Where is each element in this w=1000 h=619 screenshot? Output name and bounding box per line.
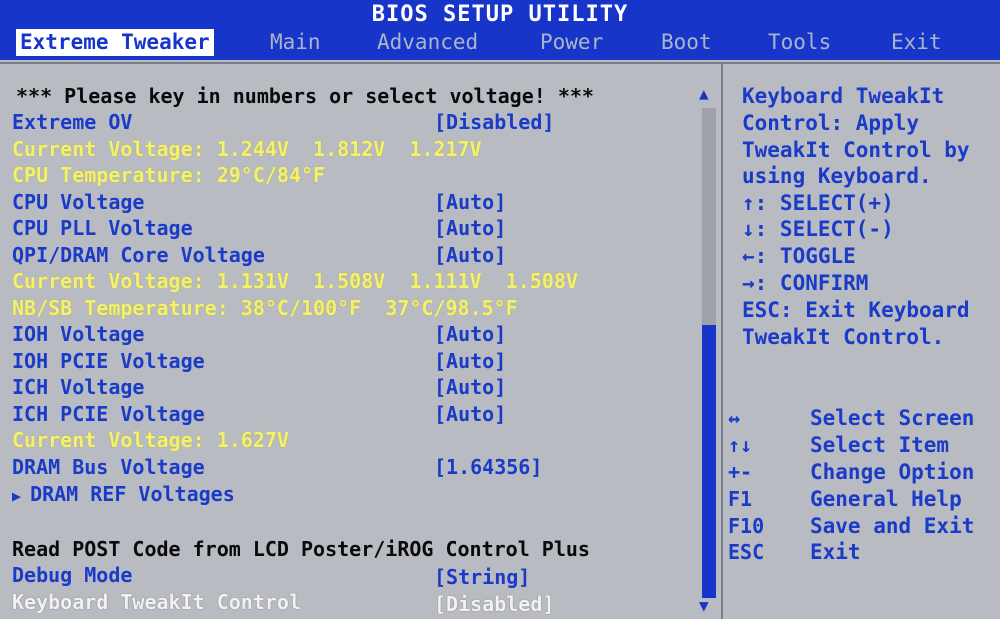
cpu-pll-voltage-value[interactable]: [Auto]	[434, 215, 506, 242]
tab-tools[interactable]: Tools	[768, 29, 831, 56]
header-divider	[0, 62, 1000, 64]
cpu-voltage-label[interactable]: CPU Voltage	[12, 189, 144, 216]
ich-voltage-value[interactable]: [Auto]	[434, 374, 506, 401]
dram-bus-voltage-label[interactable]: DRAM Bus Voltage	[12, 454, 205, 481]
key-save-exit: F10	[728, 514, 765, 538]
key-change-option-desc: Change Option	[810, 460, 975, 484]
read-post-code-heading: Read POST Code from LCD Poster/iROG Cont…	[12, 537, 590, 561]
notice-text: *** Please key in numbers or select volt…	[16, 84, 594, 108]
tab-advanced[interactable]: Advanced	[377, 29, 478, 56]
help-line-7: ←: TOGGLE	[742, 244, 856, 268]
header-bar: BIOS SETUP UTILITY Extreme Tweaker Main …	[0, 0, 1000, 60]
help-line-5: ↑: SELECT(+)	[742, 191, 894, 215]
key-exit-desc: Exit	[810, 540, 861, 564]
ioh-pcie-voltage-label[interactable]: IOH PCIE Voltage	[12, 348, 205, 375]
keyboard-tweakit-label[interactable]: Keyboard TweakIt Control	[12, 589, 301, 616]
help-line-9: ESC: Exit Keyboard	[742, 298, 970, 322]
current-voltage-readout-2: Current Voltage: 1.131V 1.508V 1.111V 1.…	[12, 269, 578, 293]
debug-mode-label[interactable]: Debug Mode	[12, 562, 132, 589]
ioh-pcie-voltage-value[interactable]: [Auto]	[434, 348, 506, 375]
ich-voltage-label[interactable]: ICH Voltage	[12, 374, 144, 401]
extreme-ov-label[interactable]: Extreme OV	[12, 109, 132, 136]
ich-pcie-voltage-label[interactable]: ICH PCIE Voltage	[12, 401, 205, 428]
tab-main[interactable]: Main	[270, 29, 321, 56]
help-line-8: →: CONFIRM	[742, 271, 869, 295]
ioh-voltage-label[interactable]: IOH Voltage	[12, 321, 144, 348]
key-select-item-desc: Select Item	[810, 433, 950, 457]
dram-bus-voltage-value[interactable]: [1.64356]	[434, 454, 542, 481]
current-voltage-readout-1: Current Voltage: 1.244V 1.812V 1.217V	[12, 137, 482, 161]
key-select-screen: ↔	[728, 406, 741, 430]
scroll-down-arrow-icon[interactable]: ▼	[699, 596, 709, 615]
extreme-ov-value[interactable]: [Disabled]	[434, 109, 554, 136]
qpi-dram-voltage-value[interactable]: [Auto]	[434, 242, 506, 269]
ich-pcie-voltage-value[interactable]: [Auto]	[434, 401, 506, 428]
scroll-up-arrow-icon[interactable]: ▲	[699, 84, 709, 103]
keyboard-tweakit-value[interactable]: [Disabled]	[434, 591, 554, 618]
cpu-voltage-value[interactable]: [Auto]	[434, 189, 506, 216]
key-exit: ESC	[728, 540, 765, 564]
tab-power[interactable]: Power	[540, 29, 603, 56]
qpi-dram-voltage-label[interactable]: QPI/DRAM Core Voltage	[12, 242, 265, 269]
tab-exit[interactable]: Exit	[891, 29, 942, 56]
help-line-4: using Keyboard.	[742, 164, 932, 188]
current-voltage-readout-3: Current Voltage: 1.627V	[12, 428, 289, 452]
key-select-screen-desc: Select Screen	[810, 406, 975, 430]
dram-ref-voltages-label: DRAM REF Voltages	[30, 482, 235, 506]
help-line-6: ↓: SELECT(-)	[742, 217, 894, 241]
key-save-exit-desc: Save and Exit	[810, 514, 975, 538]
panel-divider	[721, 64, 723, 619]
key-select-item: ↑↓	[728, 433, 753, 457]
ioh-voltage-value[interactable]: [Auto]	[434, 321, 506, 348]
help-line-10: TweakIt Control.	[742, 325, 945, 349]
debug-mode-value[interactable]: [String]	[434, 564, 530, 591]
help-line-1: Keyboard TweakIt	[742, 84, 945, 108]
help-line-3: TweakIt Control by	[742, 138, 970, 162]
nbsb-temperature-readout: NB/SB Temperature: 38°C/100°F 37°C/98.5°…	[12, 296, 518, 320]
key-change-option: +-	[728, 460, 753, 484]
bios-title: BIOS SETUP UTILITY	[371, 2, 629, 27]
tab-extreme-tweaker[interactable]: Extreme Tweaker	[16, 29, 214, 56]
key-general-help-desc: General Help	[810, 487, 962, 511]
cpu-temperature-readout: CPU Temperature: 29°C/84°F	[12, 163, 326, 187]
scrollbar-thumb[interactable]	[702, 325, 716, 598]
key-general-help: F1	[728, 487, 753, 511]
submenu-arrow-icon: ▶	[12, 487, 31, 505]
help-line-2: Control: Apply	[742, 111, 920, 135]
cpu-pll-voltage-label[interactable]: CPU PLL Voltage	[12, 215, 193, 242]
tab-boot[interactable]: Boot	[661, 29, 712, 56]
dram-ref-voltages-submenu[interactable]: ▶ DRAM REF Voltages	[12, 481, 235, 508]
